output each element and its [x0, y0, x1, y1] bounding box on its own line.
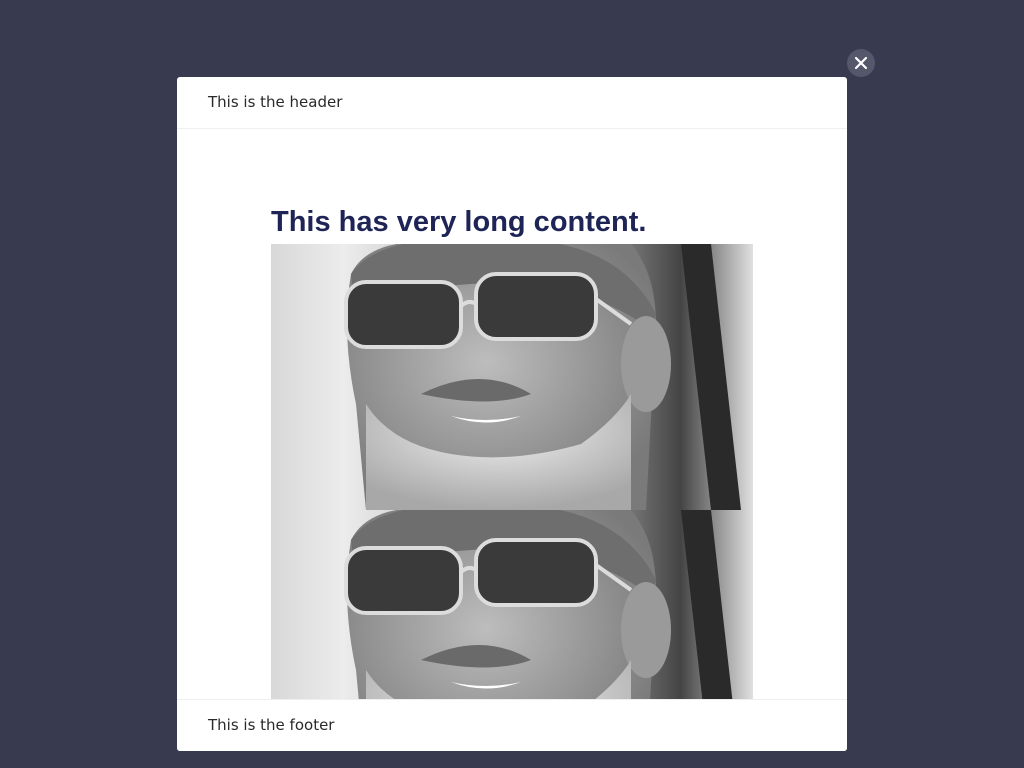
portrait-photo [271, 244, 753, 510]
modal-footer-text: This is the footer [208, 716, 335, 734]
content-title: This has very long content. [271, 206, 647, 238]
close-icon [854, 56, 868, 70]
close-button[interactable] [847, 49, 875, 77]
modal-footer: This is the footer [177, 699, 847, 751]
modal-header-text: This is the header [208, 93, 343, 111]
portrait-photo [271, 510, 753, 699]
modal-body[interactable]: This has very long content. [177, 129, 847, 699]
modal-dialog: This is the header This has very long co… [177, 77, 847, 751]
modal-header: This is the header [177, 77, 847, 129]
